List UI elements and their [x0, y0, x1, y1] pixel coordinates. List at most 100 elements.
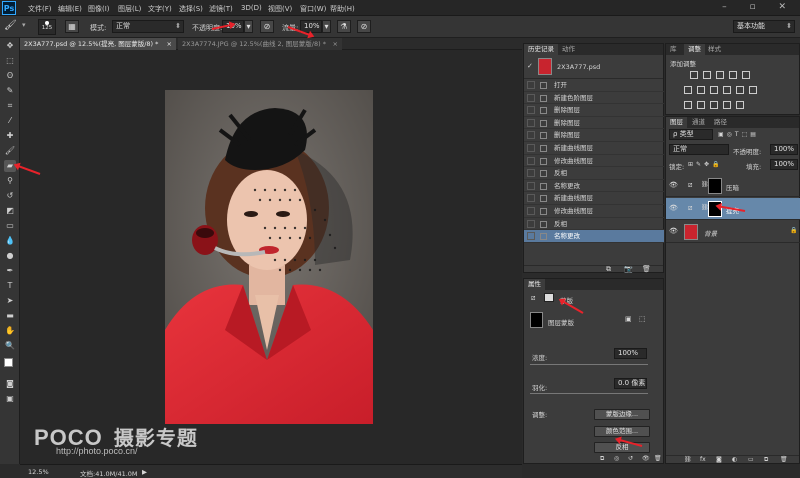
flow-dropdown-icon[interactable]: ▾	[322, 20, 331, 33]
menu-3d[interactable]: 3D(D)	[241, 4, 262, 12]
eyedropper-tool-icon[interactable]: ⁄	[4, 115, 16, 127]
history-brush-source-checkbox[interactable]	[527, 232, 535, 241]
shape-tool-icon[interactable]: ▬	[4, 310, 16, 322]
link-layers-icon[interactable]: ⛓	[684, 456, 692, 463]
history-item[interactable]: 新建曲线图层	[524, 142, 664, 155]
history-item[interactable]: 修改曲线图层	[524, 155, 664, 168]
menu-help[interactable]: 帮助(H)	[330, 4, 355, 14]
blur-tool-icon[interactable]: 💧	[4, 235, 16, 247]
tab-styles[interactable]: 样式	[704, 44, 725, 55]
view-previous-icon[interactable]: ◎	[614, 455, 619, 462]
curves-icon[interactable]	[716, 71, 724, 79]
eye-icon[interactable]: 👁	[669, 182, 678, 189]
mask-edge-button[interactable]: 蒙版边缘...	[594, 409, 650, 420]
clip-icon[interactable]: ⧉	[600, 455, 604, 463]
history-item[interactable]: 新建曲线图层	[524, 192, 664, 205]
layer-opacity-input[interactable]: 100%	[770, 144, 798, 155]
history-brush-source-checkbox[interactable]	[527, 118, 535, 127]
foreground-color-swatch[interactable]	[4, 358, 13, 367]
tab-document-2[interactable]: 2X3A7774.JPG @ 12.5%(曲线 2, 图层蒙版/8) * ×	[178, 38, 342, 50]
opacity-dropdown-icon[interactable]: ▾	[244, 20, 253, 33]
history-brush-source-checkbox[interactable]	[527, 219, 535, 228]
history-brush-source-checkbox[interactable]	[527, 194, 535, 203]
history-item[interactable]: 反相	[524, 167, 664, 180]
history-brush-source-checkbox[interactable]	[527, 181, 535, 190]
close-icon[interactable]: ×	[333, 38, 338, 50]
eye-icon[interactable]: 👁	[669, 205, 678, 212]
screen-mode-icon[interactable]: ▣	[4, 393, 16, 405]
history-item[interactable]: 删除图层	[524, 129, 664, 142]
select-mask-icon[interactable]: ▣	[625, 315, 632, 323]
tab-adjustments[interactable]: 调整	[684, 44, 705, 55]
menu-view[interactable]: 视图(V)	[268, 4, 292, 14]
tab-paths[interactable]: 路径	[710, 117, 731, 128]
lasso-tool-icon[interactable]: ʘ	[4, 70, 16, 82]
feather-slider[interactable]	[530, 393, 648, 394]
close-icon[interactable]: ×	[167, 38, 172, 50]
levels-icon[interactable]	[703, 71, 711, 79]
tab-active-document[interactable]: 2X3A777.psd @ 12.5%(提亮, 图层蒙版/8) * ×	[20, 38, 176, 50]
color-range-button[interactable]: 颜色范围...	[594, 426, 650, 437]
history-brush-icon[interactable]: ↺	[4, 190, 16, 202]
history-item[interactable]: 修改曲线图层	[524, 205, 664, 218]
layer-row-background[interactable]: 👁 背景 🔒	[666, 221, 800, 243]
move-tool-icon[interactable]: ✥	[4, 40, 16, 52]
new-layer-icon[interactable]: ⧉	[764, 456, 768, 464]
history-brush-source-checkbox[interactable]	[527, 81, 535, 89]
mode-select[interactable]: 正常 ⬍	[112, 20, 184, 33]
layer-filter-icons[interactable]: ▣◎T⬚▤	[718, 131, 759, 138]
threshold-icon[interactable]	[710, 101, 718, 109]
marquee-tool-icon[interactable]: ⬚	[4, 55, 16, 67]
quick-mask-icon[interactable]: ◙	[4, 378, 16, 390]
history-brush-source-checkbox[interactable]	[527, 93, 535, 102]
photo-filter-icon[interactable]	[723, 86, 731, 94]
new-document-from-state-icon[interactable]: ⧉	[606, 265, 611, 274]
trash-icon[interactable]: 🗑	[780, 456, 788, 463]
layer-row-darken[interactable]: 👁 ⧄ ⛓ 压暗	[666, 175, 800, 197]
crop-tool-icon[interactable]: ⌗	[4, 100, 16, 112]
posterize-icon[interactable]	[697, 101, 705, 109]
status-arrow-icon[interactable]: ▶	[142, 468, 147, 476]
feather-input[interactable]: 0.0 像素	[614, 378, 647, 389]
vibrance-icon[interactable]	[742, 71, 750, 79]
gradient-tool-icon[interactable]: ▭	[4, 220, 16, 232]
menu-type[interactable]: 文字(Y)	[148, 4, 172, 14]
history-item[interactable]: 打开	[524, 79, 664, 92]
density-input[interactable]: 100%	[614, 348, 647, 359]
history-item[interactable]: 反相	[524, 218, 664, 231]
fx-icon[interactable]: fx	[700, 456, 706, 463]
dodge-tool-icon[interactable]: ●	[4, 250, 16, 262]
hue-saturation-icon[interactable]	[684, 86, 692, 94]
history-snapshot[interactable]: ✓ 2X3A777.psd	[524, 55, 663, 79]
layer-filter-select[interactable]: ρ 类型	[669, 129, 713, 140]
color-lookup-icon[interactable]	[749, 86, 757, 94]
tab-library[interactable]: 库	[666, 44, 681, 55]
selective-color-icon[interactable]	[736, 101, 744, 109]
lock-icons[interactable]: ⊞✎✥🔒	[688, 161, 723, 168]
group-icon[interactable]: ▭	[748, 456, 754, 463]
history-brush-source-checkbox[interactable]	[527, 106, 535, 115]
pressure-size-icon[interactable]: ⊘	[357, 20, 371, 33]
brush-preset-picker[interactable]: 125	[38, 19, 56, 35]
menu-edit[interactable]: 编辑(E)	[58, 4, 82, 14]
brush-tool-icon[interactable]: 🖌	[4, 20, 18, 34]
channel-mixer-icon[interactable]	[736, 86, 744, 94]
chevron-down-icon[interactable]: ▾	[22, 21, 26, 29]
mask-mode-icon[interactable]	[544, 293, 554, 302]
black-white-icon[interactable]	[710, 86, 718, 94]
window-controls[interactable]: – ▫ ✕	[722, 2, 796, 12]
tab-actions[interactable]: 动作	[558, 44, 579, 55]
menu-select[interactable]: 选择(S)	[179, 4, 203, 14]
eye-icon[interactable]: 👁	[669, 228, 678, 235]
hand-tool-icon[interactable]: ✋	[4, 325, 16, 337]
reset-icon[interactable]: ↺	[628, 455, 633, 462]
history-brush-source-checkbox[interactable]	[527, 156, 535, 165]
gradient-map-icon[interactable]	[723, 101, 731, 109]
zoom-level[interactable]: 12.5%	[28, 468, 49, 476]
history-item[interactable]: 删除图层	[524, 117, 664, 130]
pressure-opacity-icon[interactable]: ⊘	[260, 20, 274, 33]
eraser-tool-icon[interactable]: ◩	[4, 205, 16, 217]
tab-properties[interactable]: 属性	[524, 279, 545, 290]
brightness-icon[interactable]	[690, 71, 698, 79]
airbrush-icon[interactable]: ⚗	[337, 20, 351, 33]
